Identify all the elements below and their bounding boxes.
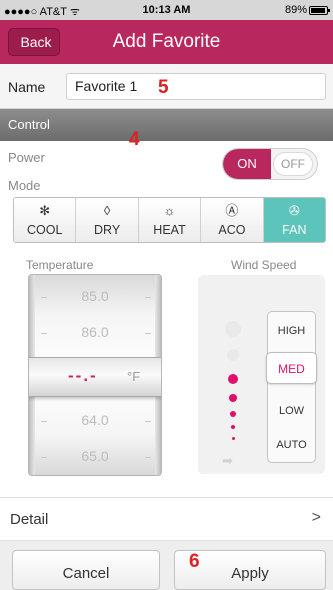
wind-level-dot: [229, 394, 237, 402]
annotation-5: 5: [158, 77, 169, 98]
detail-row[interactable]: Detail >: [0, 497, 333, 541]
wind-speed-high-button[interactable]: HIGH: [268, 315, 315, 347]
status-time: 10:13 AM: [142, 4, 191, 16]
mode-heat-button[interactable]: ☼ HEAT: [138, 198, 202, 242]
detail-label: Detail: [10, 511, 49, 528]
back-button[interactable]: Back: [8, 28, 60, 56]
mode-fan-button[interactable]: ✇ FAN: [263, 198, 325, 242]
mode-cool-label: COOL: [26, 223, 63, 237]
temperature-option[interactable]: 64.0: [29, 412, 161, 428]
wind-direction-icon: ➡: [222, 453, 233, 468]
temperature-option[interactable]: 86.0: [29, 324, 161, 340]
wind-speed-label: Wind Speed: [231, 258, 297, 272]
mode-fan-label: FAN: [282, 223, 307, 237]
mode-dry-button[interactable]: ◊ DRY: [76, 198, 139, 242]
annotation-4: 4: [129, 129, 140, 150]
temperature-current-value: --.-: [68, 366, 98, 385]
mode-aco-button[interactable]: Ⓐ ACO: [201, 198, 264, 242]
power-label: Power: [8, 150, 45, 165]
control-section-header: Control: [0, 109, 333, 141]
temperature-unit: °F: [127, 369, 141, 384]
fan-icon: ✇: [288, 203, 300, 218]
wind-level-dot: [225, 321, 241, 337]
snowflake-icon: ✻: [39, 203, 51, 218]
battery-percent: 89%: [284, 4, 307, 16]
mode-selector: ✻ COOL ◊ DRY ☼ HEAT Ⓐ ACO ✇ FAN: [13, 197, 326, 243]
navigation-bar: Add Favorite Back: [0, 20, 333, 64]
wind-level-dot: [228, 374, 238, 384]
annotation-6: 6: [189, 551, 200, 572]
cancel-button[interactable]: Cancel: [12, 550, 160, 590]
wind-speed-low-button[interactable]: LOW: [268, 395, 315, 427]
wind-level-dot: [227, 349, 239, 361]
power-toggle[interactable]: ON OFF: [222, 148, 318, 180]
temperature-option[interactable]: 85.0: [29, 288, 161, 304]
temperature-picker[interactable]: 85.0 86.0 --.- °F 64.0 65.0: [28, 274, 162, 476]
name-input[interactable]: Favorite 1: [66, 73, 326, 100]
chevron-right-icon: >: [311, 509, 321, 526]
name-label: Name: [8, 79, 46, 95]
status-bar: ●●●●○ AT&T ᯤ 10:13 AM 89%: [0, 0, 333, 20]
mode-heat-label: HEAT: [153, 223, 186, 237]
temperature-label: Temperature: [26, 258, 94, 272]
wind-speed-med-button[interactable]: MED: [266, 352, 317, 384]
power-on-option[interactable]: ON: [223, 149, 271, 179]
temperature-selection: --.- °F: [29, 357, 161, 397]
mode-cool-button[interactable]: ✻ COOL: [14, 198, 77, 242]
wind-level-dot: [230, 411, 236, 417]
auto-mode-icon: Ⓐ: [225, 203, 239, 218]
wind-speed-selector: HIGH MED LOW AUTO: [266, 311, 317, 463]
wind-level-dot: [232, 437, 235, 440]
mode-label: Mode: [8, 178, 41, 193]
sun-icon: ☼: [163, 203, 176, 218]
droplet-icon: ◊: [103, 203, 111, 218]
temperature-option[interactable]: 65.0: [29, 448, 161, 464]
bottom-action-bar: Cancel Apply: [0, 541, 333, 590]
mode-dry-label: DRY: [94, 223, 121, 237]
battery-icon: [309, 6, 330, 15]
mode-aco-label: ACO: [218, 223, 246, 237]
wind-speed-auto-button[interactable]: AUTO: [268, 429, 315, 461]
wind-level-dot: [231, 425, 235, 429]
power-off-option[interactable]: OFF: [273, 152, 313, 176]
